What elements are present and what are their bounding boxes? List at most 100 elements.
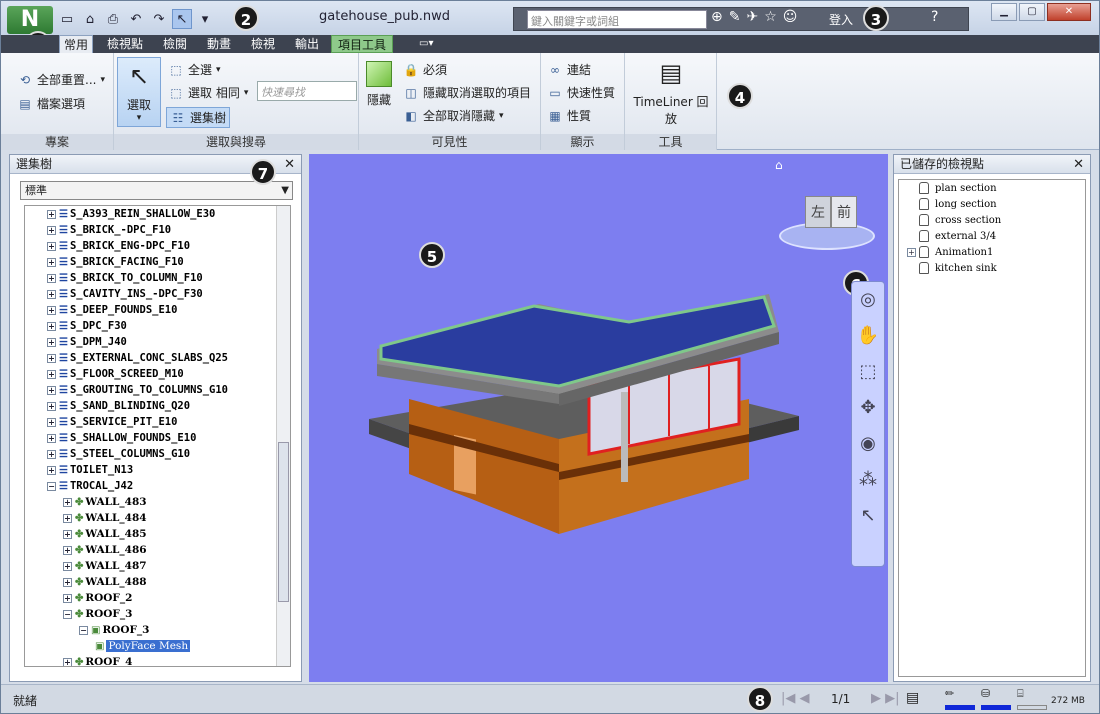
viewpoint-item[interactable]: + Animation1	[899, 244, 1085, 260]
expand-icon[interactable]: +	[63, 593, 72, 603]
close-icon[interactable]: ✕	[284, 155, 295, 174]
quick-properties-button[interactable]: ▭ 快速性質	[547, 84, 615, 101]
hide-button[interactable]: 隱藏	[363, 59, 395, 119]
expand-icon[interactable]: +	[63, 577, 72, 587]
minimize-button[interactable]: ▁	[991, 3, 1017, 21]
application-menu-button[interactable]: N	[7, 6, 53, 34]
tree-row[interactable]: + ☰ TOILET_N13	[47, 462, 133, 478]
tab-animation[interactable]: 動畫	[207, 35, 231, 53]
viewpoint-item[interactable]: external 3/4	[899, 228, 1085, 244]
expand-icon[interactable]: +	[63, 513, 72, 523]
expand-icon[interactable]: +	[63, 529, 72, 539]
viewcube-left-face[interactable]: 左	[805, 196, 831, 228]
select-same-button[interactable]: ⬚ 選取 相同 ▾	[168, 84, 248, 101]
tab-view[interactable]: 檢視	[251, 35, 275, 53]
tree-row[interactable]: ▣ PolyFace Mesh	[95, 638, 191, 654]
expand-icon[interactable]: +	[47, 417, 56, 427]
expand-icon[interactable]: +	[47, 289, 56, 299]
tree-row[interactable]: + ☰ S_DPC_F30	[47, 318, 127, 334]
walk-icon[interactable]: ⁂	[852, 462, 884, 498]
expand-icon[interactable]: +	[47, 449, 56, 459]
select-button[interactable]: ↖ 選取 ▾	[117, 57, 161, 127]
tab-item-tools[interactable]: 項目工具	[331, 35, 394, 53]
new-icon[interactable]: ▭	[57, 9, 77, 29]
tree-row[interactable]: + ✤ WALL_485	[63, 526, 147, 542]
tree-row[interactable]: + ☰ S_EXTERNAL_CONC_SLABS_Q25	[47, 350, 228, 366]
scroll-thumb[interactable]	[278, 442, 289, 602]
tab-home[interactable]: 常用	[59, 35, 94, 53]
tree-row[interactable]: − ✤ ROOF_3	[63, 606, 132, 622]
tree-row[interactable]: + ☰ S_A393_REIN_SHALLOW_E30	[47, 206, 215, 222]
print-icon[interactable]: ⎙	[103, 9, 123, 29]
require-button[interactable]: 🔒 必須	[403, 61, 448, 78]
tree-row[interactable]: + ✤ WALL_487	[63, 558, 147, 574]
help-icon[interactable]: ?	[931, 9, 938, 25]
tree-row[interactable]: + ☰ S_BRICK_TO_COLUMN_F10	[47, 270, 203, 286]
tree-row[interactable]: − ▣ ROOF_3	[79, 622, 149, 638]
zoom-window-icon[interactable]: ⬚	[852, 354, 884, 390]
scene-viewport[interactable]: ⌂ 左 前 5 6	[309, 154, 888, 682]
viewcube[interactable]: 左 前	[779, 186, 875, 250]
customize-qat-icon[interactable]: ▾	[195, 9, 215, 29]
open-icon[interactable]: ⌂	[80, 9, 100, 29]
maximize-button[interactable]: ▢	[1019, 3, 1045, 21]
expand-icon[interactable]: +	[63, 545, 72, 555]
viewpoint-item[interactable]: long section	[899, 196, 1085, 212]
pan-icon[interactable]: ✋	[852, 318, 884, 354]
expand-icon[interactable]: +	[47, 465, 56, 475]
collapse-icon[interactable]: −	[79, 625, 88, 635]
selection-tree-button[interactable]: ☷ 選集樹	[166, 107, 231, 128]
tree-row[interactable]: + ☰ S_BRICK_FACING_F10	[47, 254, 184, 270]
selection-tree[interactable]: + ☰ S_A393_REIN_SHALLOW_E30 + ☰ S_BRICK_-DPC_…	[24, 205, 291, 667]
viewcube-front-face[interactable]: 前	[831, 196, 857, 228]
tree-row[interactable]: + ☰ S_STEEL_COLUMNS_G10	[47, 446, 190, 462]
expand-icon[interactable]: +	[47, 257, 56, 267]
ribbon-minimize-icon[interactable]: ▭▾	[419, 35, 433, 53]
reset-all-button[interactable]: ⟲ 全部重置... ▾	[17, 71, 105, 88]
expand-icon[interactable]: +	[47, 385, 56, 395]
tree-row[interactable]: + ✤ WALL_486	[63, 542, 147, 558]
hide-unselected-button[interactable]: ◫ 隱藏取消選取的項目	[403, 84, 531, 101]
expand-icon[interactable]: +	[47, 369, 56, 379]
tab-viewpoint[interactable]: 檢視點	[107, 35, 143, 53]
wrench-icon[interactable]: ✎	[729, 9, 741, 25]
expand-icon[interactable]: +	[47, 209, 56, 219]
steering-wheel-icon[interactable]: ◎	[852, 282, 884, 318]
select-tool-icon[interactable]: ↖	[852, 498, 884, 534]
expand-icon[interactable]: +	[63, 657, 72, 666]
viewpoint-item[interactable]: plan section	[899, 180, 1085, 196]
tab-review[interactable]: 檢閱	[163, 35, 187, 53]
expand-icon[interactable]: +	[47, 353, 56, 363]
expand-icon[interactable]: +	[47, 401, 56, 411]
next-sheet-icon[interactable]: ▶ ▶|	[871, 691, 900, 706]
first-sheet-icon[interactable]: |◀ ◀	[781, 691, 810, 706]
tree-row[interactable]: + ✤ ROOF_2	[63, 590, 132, 606]
tree-row[interactable]: + ☰ S_SAND_BLINDING_Q20	[47, 398, 190, 414]
tree-row[interactable]: + ☰ S_CAVITY_INS_-DPC_F30	[47, 286, 203, 302]
tree-row[interactable]: + ☰ S_DPM_J40	[47, 334, 127, 350]
tree-row[interactable]: + ✤ WALL_483	[63, 494, 147, 510]
undo-icon[interactable]: ↶	[126, 9, 146, 29]
properties-button[interactable]: ▦ 性質	[547, 107, 591, 124]
expand-icon[interactable]: +	[47, 433, 56, 443]
tree-row[interactable]: + ☰ S_GROUTING_TO_COLUMNS_G10	[47, 382, 228, 398]
unhide-all-button[interactable]: ◧ 全部取消隱藏 ▾	[403, 107, 503, 124]
binoculars-icon[interactable]: ⊕	[711, 9, 723, 25]
tree-row[interactable]: + ✤ WALL_488	[63, 574, 147, 590]
tree-row[interactable]: − ☰ TROCAL_J42	[47, 478, 133, 494]
tree-scrollbar[interactable]	[276, 206, 290, 666]
tree-row[interactable]: + ✤ ROOF_4	[63, 654, 132, 666]
quick-find-input[interactable]: 快速尋找	[257, 81, 357, 101]
expand-icon[interactable]: +	[47, 337, 56, 347]
home-icon[interactable]: ⌂	[775, 158, 783, 172]
tree-row[interactable]: + ☰ S_SERVICE_PIT_E10	[47, 414, 177, 430]
select-all-button[interactable]: ⬚ 全選 ▾	[168, 61, 220, 78]
viewpoint-item[interactable]: kitchen sink	[899, 260, 1085, 276]
look-around-icon[interactable]: ◉	[852, 426, 884, 462]
expand-icon[interactable]: +	[63, 561, 72, 571]
infocenter-search-input[interactable]: 鍵入關鍵字或詞組	[527, 10, 707, 29]
sheet-browser-icon[interactable]: ▤	[906, 690, 919, 706]
tree-row[interactable]: + ☰ S_FLOOR_SCREED_M10	[47, 366, 184, 382]
expand-icon[interactable]: +	[47, 241, 56, 251]
star-icon[interactable]: ☆	[764, 9, 777, 25]
